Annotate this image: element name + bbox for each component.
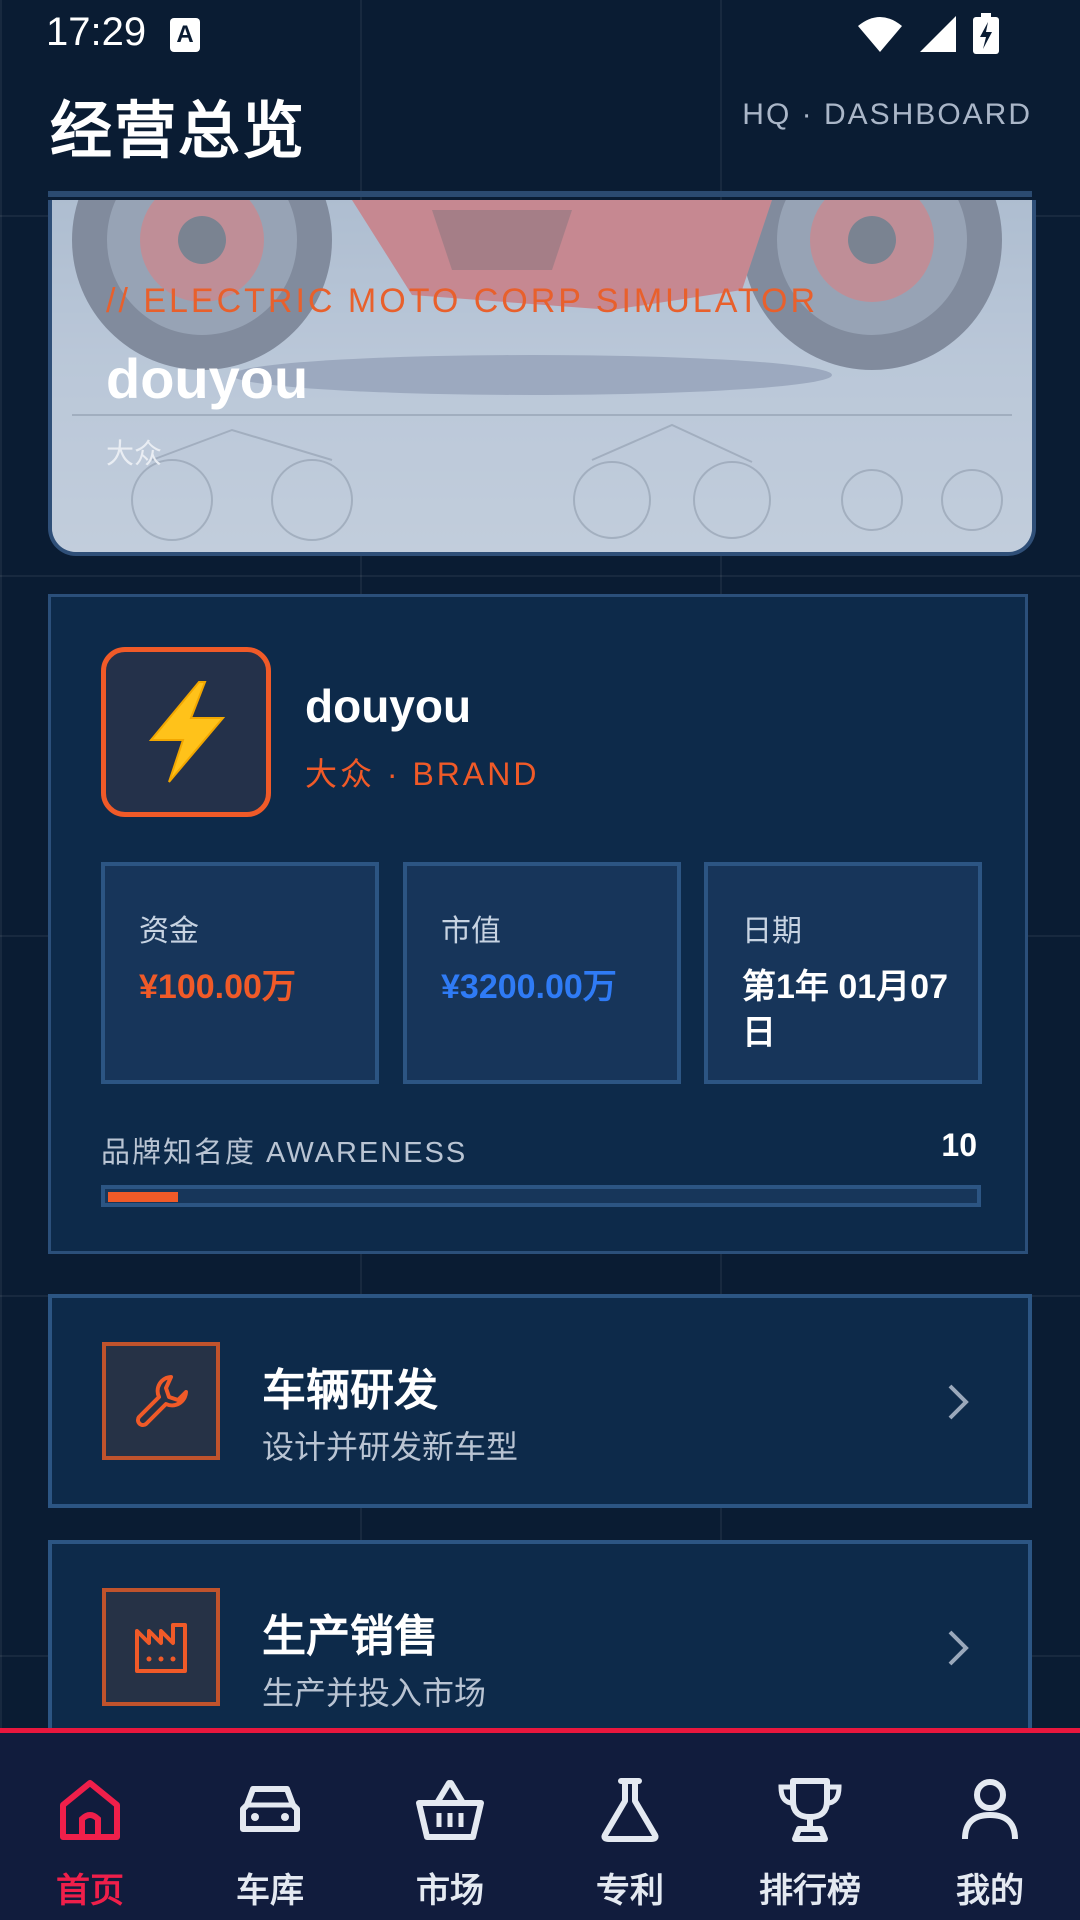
nav-label: 市场 xyxy=(416,1872,484,1910)
brand-logo xyxy=(101,647,271,817)
car-icon xyxy=(240,1786,300,1832)
feature-vehicle-rnd[interactable]: 车辆研发 设计并研发新车型 xyxy=(48,1294,1032,1508)
nav-item-leaderboard[interactable]: 排行榜 xyxy=(720,1733,900,1920)
a-icon: A xyxy=(170,18,200,52)
awareness-progress-bar xyxy=(101,1185,981,1207)
feature-production-sales[interactable]: 生产销售 生产并投入市场 xyxy=(48,1540,1032,1754)
nav-item-market[interactable]: 市场 xyxy=(360,1733,540,1920)
stat-label: 日期 xyxy=(742,915,802,948)
banner-tagline: // ELECTRIC MOTO CORP SIMULATOR xyxy=(106,282,819,320)
nav-label: 专利 xyxy=(596,1872,664,1910)
nav-label: 排行榜 xyxy=(759,1872,861,1910)
stat-label: 资金 xyxy=(139,915,199,948)
banner-brand-sub: 大众 xyxy=(106,438,163,469)
nav-item-profile[interactable]: 我的 xyxy=(900,1733,1080,1920)
signal-icon xyxy=(920,16,956,52)
stat-value: 第1年 01月07日 xyxy=(742,968,948,1052)
hero-banner: // ELECTRIC MOTO CORP SIMULATOR douyou 大… xyxy=(48,200,1036,556)
page-title: 经营总览 xyxy=(50,97,307,166)
nav-item-garage[interactable]: 车库 xyxy=(180,1733,360,1920)
wifi-icon xyxy=(858,17,902,52)
lightning-icon xyxy=(148,681,226,783)
brand-name: douyou xyxy=(305,680,472,732)
stat-label: 市值 xyxy=(441,915,501,948)
nav-label: 车库 xyxy=(236,1872,304,1910)
bottom-navigation: 首页 车库 市场 专利 排行榜 我的 xyxy=(0,1728,1080,1920)
trophy-icon xyxy=(778,1778,842,1842)
status-time: 17:29 xyxy=(46,10,147,54)
battery-charging-icon xyxy=(973,13,999,54)
stat-value: ¥3200.00万 xyxy=(441,968,617,1006)
brand-card: douyou 大众 · BRAND 资金 ¥100.00万 市值 ¥3200.0… xyxy=(48,594,1028,1254)
wrench-icon xyxy=(136,1375,188,1427)
header-divider xyxy=(48,191,1032,197)
status-bar: 17:29 A xyxy=(0,0,1080,70)
page-subtitle: HQ · DASHBOARD xyxy=(742,98,1032,131)
banner-company-name: douyou xyxy=(106,347,309,410)
nav-item-patents[interactable]: 专利 xyxy=(540,1733,720,1920)
chevron-right-icon xyxy=(948,1384,969,1420)
feature-desc: 设计并研发新车型 xyxy=(262,1429,519,1465)
brand-tag: 大众 · BRAND xyxy=(305,756,540,792)
feature-title: 生产销售 xyxy=(262,1612,438,1661)
chevron-right-icon xyxy=(948,1630,969,1666)
stat-funds: 资金 ¥100.00万 xyxy=(101,862,379,1084)
flask-icon xyxy=(601,1778,659,1842)
home-icon xyxy=(60,1780,120,1840)
awareness-label: 品牌知名度 AWARENESS xyxy=(101,1137,468,1169)
feature-desc: 生产并投入市场 xyxy=(262,1675,487,1711)
stat-value: ¥100.00万 xyxy=(139,968,296,1006)
user-icon xyxy=(962,1779,1018,1840)
awareness-progress-fill xyxy=(108,1192,178,1202)
feature-title: 车辆研发 xyxy=(262,1366,438,1415)
basket-icon xyxy=(416,1780,484,1840)
stat-date: 日期 第1年 01月07日 xyxy=(704,862,982,1084)
nav-item-home[interactable]: 首页 xyxy=(0,1733,180,1920)
factory-icon xyxy=(135,1623,187,1673)
stat-market-value: 市值 ¥3200.00万 xyxy=(403,862,681,1084)
awareness-value: 10 xyxy=(941,1127,977,1163)
nav-label: 首页 xyxy=(56,1872,124,1910)
nav-label: 我的 xyxy=(956,1872,1024,1910)
